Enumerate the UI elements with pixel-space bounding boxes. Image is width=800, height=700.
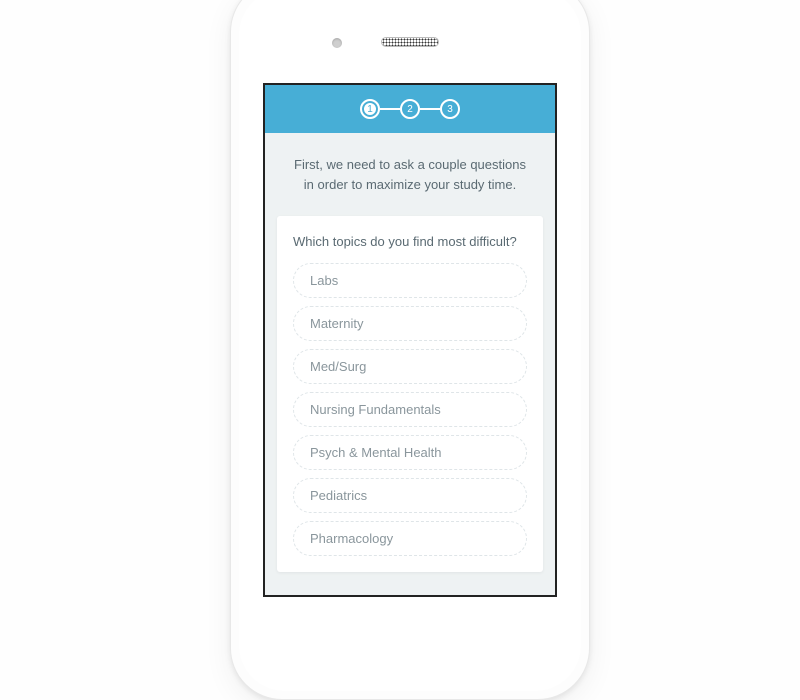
- step-1[interactable]: 1: [360, 99, 380, 119]
- topic-option-pediatrics[interactable]: Pediatrics: [293, 478, 527, 513]
- topic-option-pharmacology[interactable]: Pharmacology: [293, 521, 527, 556]
- intro-text: First, we need to ask a couple questions…: [265, 133, 555, 216]
- step-1-label: 1: [367, 104, 373, 115]
- step-3-label: 3: [447, 104, 453, 115]
- topic-option-medsurg[interactable]: Med/Surg: [293, 349, 527, 384]
- topic-option-maternity[interactable]: Maternity: [293, 306, 527, 341]
- step-2[interactable]: 2: [400, 99, 420, 119]
- step-2-label: 2: [407, 104, 413, 115]
- topic-option-nursing-fundamentals[interactable]: Nursing Fundamentals: [293, 392, 527, 427]
- step-connector: [420, 108, 440, 110]
- phone-bezel: 1 2 3 First, we need to ask a couple que…: [239, 0, 581, 691]
- speaker-grille: [381, 37, 439, 47]
- question-text: Which topics do you find most difficult?: [293, 234, 527, 249]
- onboarding-header: 1 2 3: [265, 85, 555, 133]
- camera-dot: [332, 38, 342, 48]
- topic-option-psych[interactable]: Psych & Mental Health: [293, 435, 527, 470]
- topic-option-labs[interactable]: Labs: [293, 263, 527, 298]
- app-screen: 1 2 3 First, we need to ask a couple que…: [263, 83, 557, 597]
- step-3[interactable]: 3: [440, 99, 460, 119]
- progress-stepper: 1 2 3: [360, 99, 460, 119]
- phone-frame: 1 2 3 First, we need to ask a couple que…: [230, 0, 590, 700]
- question-card: Which topics do you find most difficult?…: [277, 216, 543, 572]
- step-connector: [380, 108, 400, 110]
